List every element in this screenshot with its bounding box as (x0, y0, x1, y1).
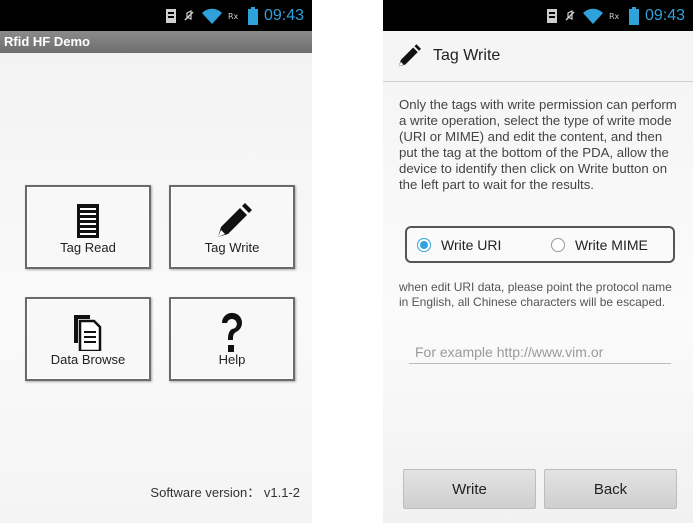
documents-copy-icon (74, 315, 102, 351)
list-document-icon (77, 204, 99, 238)
write-mime-radio[interactable]: Write MIME (551, 237, 648, 253)
uri-hint-text: when edit URI data, please point the pro… (399, 280, 672, 309)
battery-icon (628, 7, 639, 25)
help-button[interactable]: Help (169, 297, 295, 381)
svg-text:Rx: Rx (609, 12, 620, 21)
tag-read-button[interactable]: Tag Read (25, 185, 151, 269)
status-time: 09:43 (644, 7, 685, 24)
sim-icon (165, 9, 176, 23)
svg-text:Rx: Rx (228, 12, 239, 21)
no-mute-icon (184, 10, 194, 21)
radio-unselected-icon (551, 238, 565, 252)
radio-selected-icon (417, 238, 431, 252)
write-mime-label: Write MIME (575, 237, 648, 253)
status-bar: Rx 09:43 (383, 0, 693, 31)
network-icon: Rx (228, 12, 239, 21)
write-button[interactable]: Write (403, 469, 536, 509)
status-time: 09:43 (263, 7, 304, 24)
sim-icon (546, 9, 557, 23)
back-button[interactable]: Back (544, 469, 677, 509)
tag-write-label: Tag Write (204, 240, 260, 255)
tag-read-label: Tag Read (60, 240, 116, 255)
tag-write-screen: Rx 09:43 Tag Write Only the tags with wr… (383, 0, 693, 523)
instructions-text: Only the tags with write permission can … (399, 97, 677, 192)
pen-icon (398, 44, 421, 67)
write-uri-label: Write URI (441, 237, 502, 253)
uri-input[interactable] (409, 340, 671, 364)
question-mark-icon (221, 312, 242, 352)
network-icon: Rx (609, 12, 620, 21)
data-browse-button[interactable]: Data Browse (25, 297, 151, 381)
status-bar: Rx 09:43 (0, 0, 312, 31)
data-browse-label: Data Browse (50, 352, 126, 367)
help-label: Help (218, 352, 246, 367)
no-mute-icon (565, 10, 575, 21)
wifi-icon (582, 8, 603, 24)
wifi-icon (201, 8, 222, 24)
battery-icon (247, 7, 258, 25)
software-version: Software version： v1.1-2 (150, 485, 300, 500)
app-title: Rfid HF Demo (0, 31, 312, 53)
pen-icon (218, 203, 252, 237)
main-menu-screen: Rx 09:43 Rfid HF Demo Tag Read Tag Write… (0, 0, 312, 523)
write-uri-radio[interactable]: Write URI (417, 237, 501, 253)
write-mode-group: Write URI Write MIME (405, 226, 675, 263)
tag-write-button[interactable]: Tag Write (169, 185, 295, 269)
screen-header: Tag Write (383, 31, 693, 82)
page-title: Tag Write (433, 47, 501, 64)
